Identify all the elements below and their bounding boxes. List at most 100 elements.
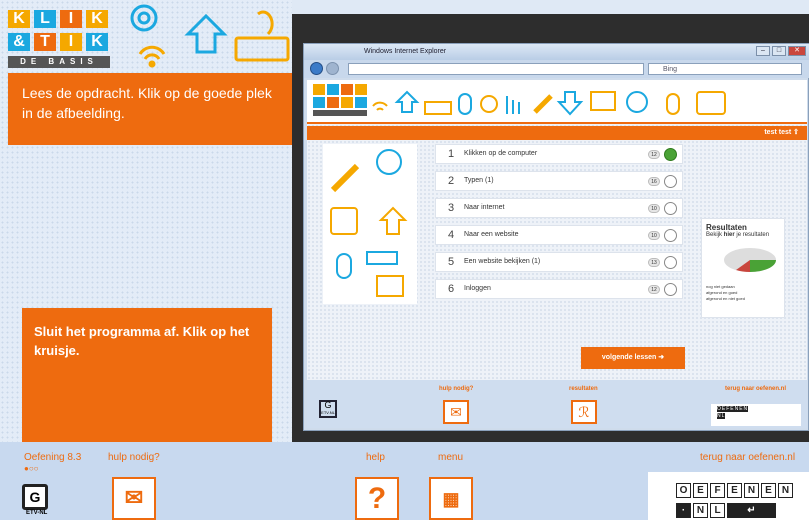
help-needed-label: hulp nodig? [108,452,160,463]
user-name: test test [764,129,792,136]
browser-window[interactable]: Windows Internet Explorer – □ ✕ Bing tes… [303,43,809,431]
logo-letter: I [60,10,82,28]
logo-key: F [710,483,725,498]
menu-label: menu [438,452,464,463]
inner-results-button[interactable]: ℛ [571,400,597,424]
web-page: test test ⇧ 1 Klikken op de computer 12 2 T… [307,80,807,428]
lesson-item[interactable]: 6 Inloggen 12 [435,279,683,299]
logo-key: E [693,483,708,498]
cd-icon [130,4,158,32]
grid-menu-icon: ▦ [442,489,460,509]
logo-letter: & [8,33,30,51]
lesson-score: 10 [648,204,660,213]
etv-label: ETV-NL [26,510,48,516]
inner-help-button[interactable]: ✉ [443,400,469,424]
check-done-icon [664,148,677,161]
check-empty-icon [664,256,677,269]
help-needed-button[interactable]: ✉ [112,477,156,520]
at-icon [480,95,498,113]
hand-cursor-icon [506,96,520,114]
url-input[interactable] [348,63,644,75]
logo-letter: L [34,10,56,28]
laptop-icon [376,275,404,297]
etv-logo: G ETV.NL [319,400,337,418]
lesson-score: 10 [648,231,660,240]
results-title: Resultaten [706,223,747,232]
lesson-number: 1 [448,148,455,160]
search-input[interactable]: Bing [648,63,802,75]
mail-help-icon: ✉ [450,404,462,420]
lesson-score: 16 [648,177,660,186]
mail-help-icon: ✉ [124,485,144,510]
lesson-item[interactable]: 5 Een website bekijken (1) 13 [435,252,683,272]
lesson-item[interactable]: 2 Typen (1) 16 [435,171,683,191]
inner-help-label: hulp nodig? [439,386,474,392]
browser-title: Windows Internet Explorer [364,48,447,55]
keyboard-icon [234,10,290,62]
lesson-item[interactable]: 3 Naar internet 10 [435,198,683,218]
progress-dots: ●○○ [24,464,39,473]
cd-icon [626,91,648,113]
forward-button[interactable] [326,62,339,75]
check-empty-icon [664,283,677,296]
etv-logo-icon: G [22,484,48,510]
browser-titlebar: Windows Internet Explorer – □ ✕ [304,44,809,60]
close-button[interactable]: ✕ [788,46,806,56]
mouse-icon [336,253,352,279]
logo-subtitle: DE BASIS [8,56,110,68]
illustration-icons [330,149,408,297]
inner-results-label: resultaten [569,386,598,392]
lesson-label: Naar een website [464,231,519,238]
tablet-icon [696,91,726,115]
help-button[interactable]: ? [355,477,399,520]
oefenen-logo[interactable]: OEFENEN · N L ↵ [648,472,809,520]
upload-arrow-icon [184,13,228,54]
logo-key: E [761,483,776,498]
lesson-number: 6 [448,283,455,295]
legend-item: afgerond en niet goed [706,296,745,301]
usb-stick-icon [330,163,360,193]
check-empty-icon [664,175,677,188]
upload-arrow-icon [378,206,408,235]
lesson-label: Naar internet [464,204,505,211]
wifi-icon [372,101,388,111]
logo-key: O [676,483,691,498]
inner-footer: G ETV.NL hulp nodig? ✉ resultaten ℛ terug… [307,380,807,428]
lesson-number: 5 [448,256,455,268]
klik-tik-logo: K L I K & T I K DE BASIS [8,10,110,72]
user-bar: test test ⇧ [307,126,807,140]
inner-header-logo-icons [313,84,726,116]
minimize-button[interactable]: – [756,46,770,56]
results-panel[interactable]: Resultaten Bekijk hier je resultaten nog… [701,218,785,318]
lesson-label: Typen (1) [464,177,494,184]
upload-arrow-icon [394,90,420,113]
download-arrow-icon [556,91,584,116]
logo-key-dot: · [676,503,691,518]
lesson-item[interactable]: 4 Naar een website 10 [435,225,683,245]
lesson-item[interactable]: 1 Klikken op de computer 12 [435,144,683,164]
logo-key: E [727,483,742,498]
etv-label: ETV.NL [321,410,335,415]
next-lessons-button[interactable]: volgende lessen ➜ [581,347,685,369]
enter-key-icon: ↵ [727,503,776,518]
menu-button[interactable]: ▦ [429,477,473,520]
task-instruction-2: Sluit het programma af. Klik op het krui… [22,308,272,445]
maximize-button[interactable]: □ [772,46,786,56]
oefenen-logo-small[interactable]: OEFENEN NL [711,404,801,426]
cd-icon [376,149,402,175]
logo-letter: K [86,33,108,51]
question-icon: ? [367,482,387,515]
lesson-number: 4 [448,229,455,241]
logo-key: N [778,483,793,498]
check-empty-icon [664,229,677,242]
lesson-label: Inloggen [464,285,491,292]
laptop-icon [590,91,616,111]
address-bar: Bing [304,60,809,78]
logo-letter: K [8,10,30,28]
back-to-oefenen-label[interactable]: terug naar oefenen.nl [700,452,795,463]
logo-letter: K [86,10,108,28]
keyboard-icon [424,101,452,115]
back-button[interactable] [310,62,323,75]
lesson-score: 12 [648,285,660,294]
help-label: help [366,452,385,463]
